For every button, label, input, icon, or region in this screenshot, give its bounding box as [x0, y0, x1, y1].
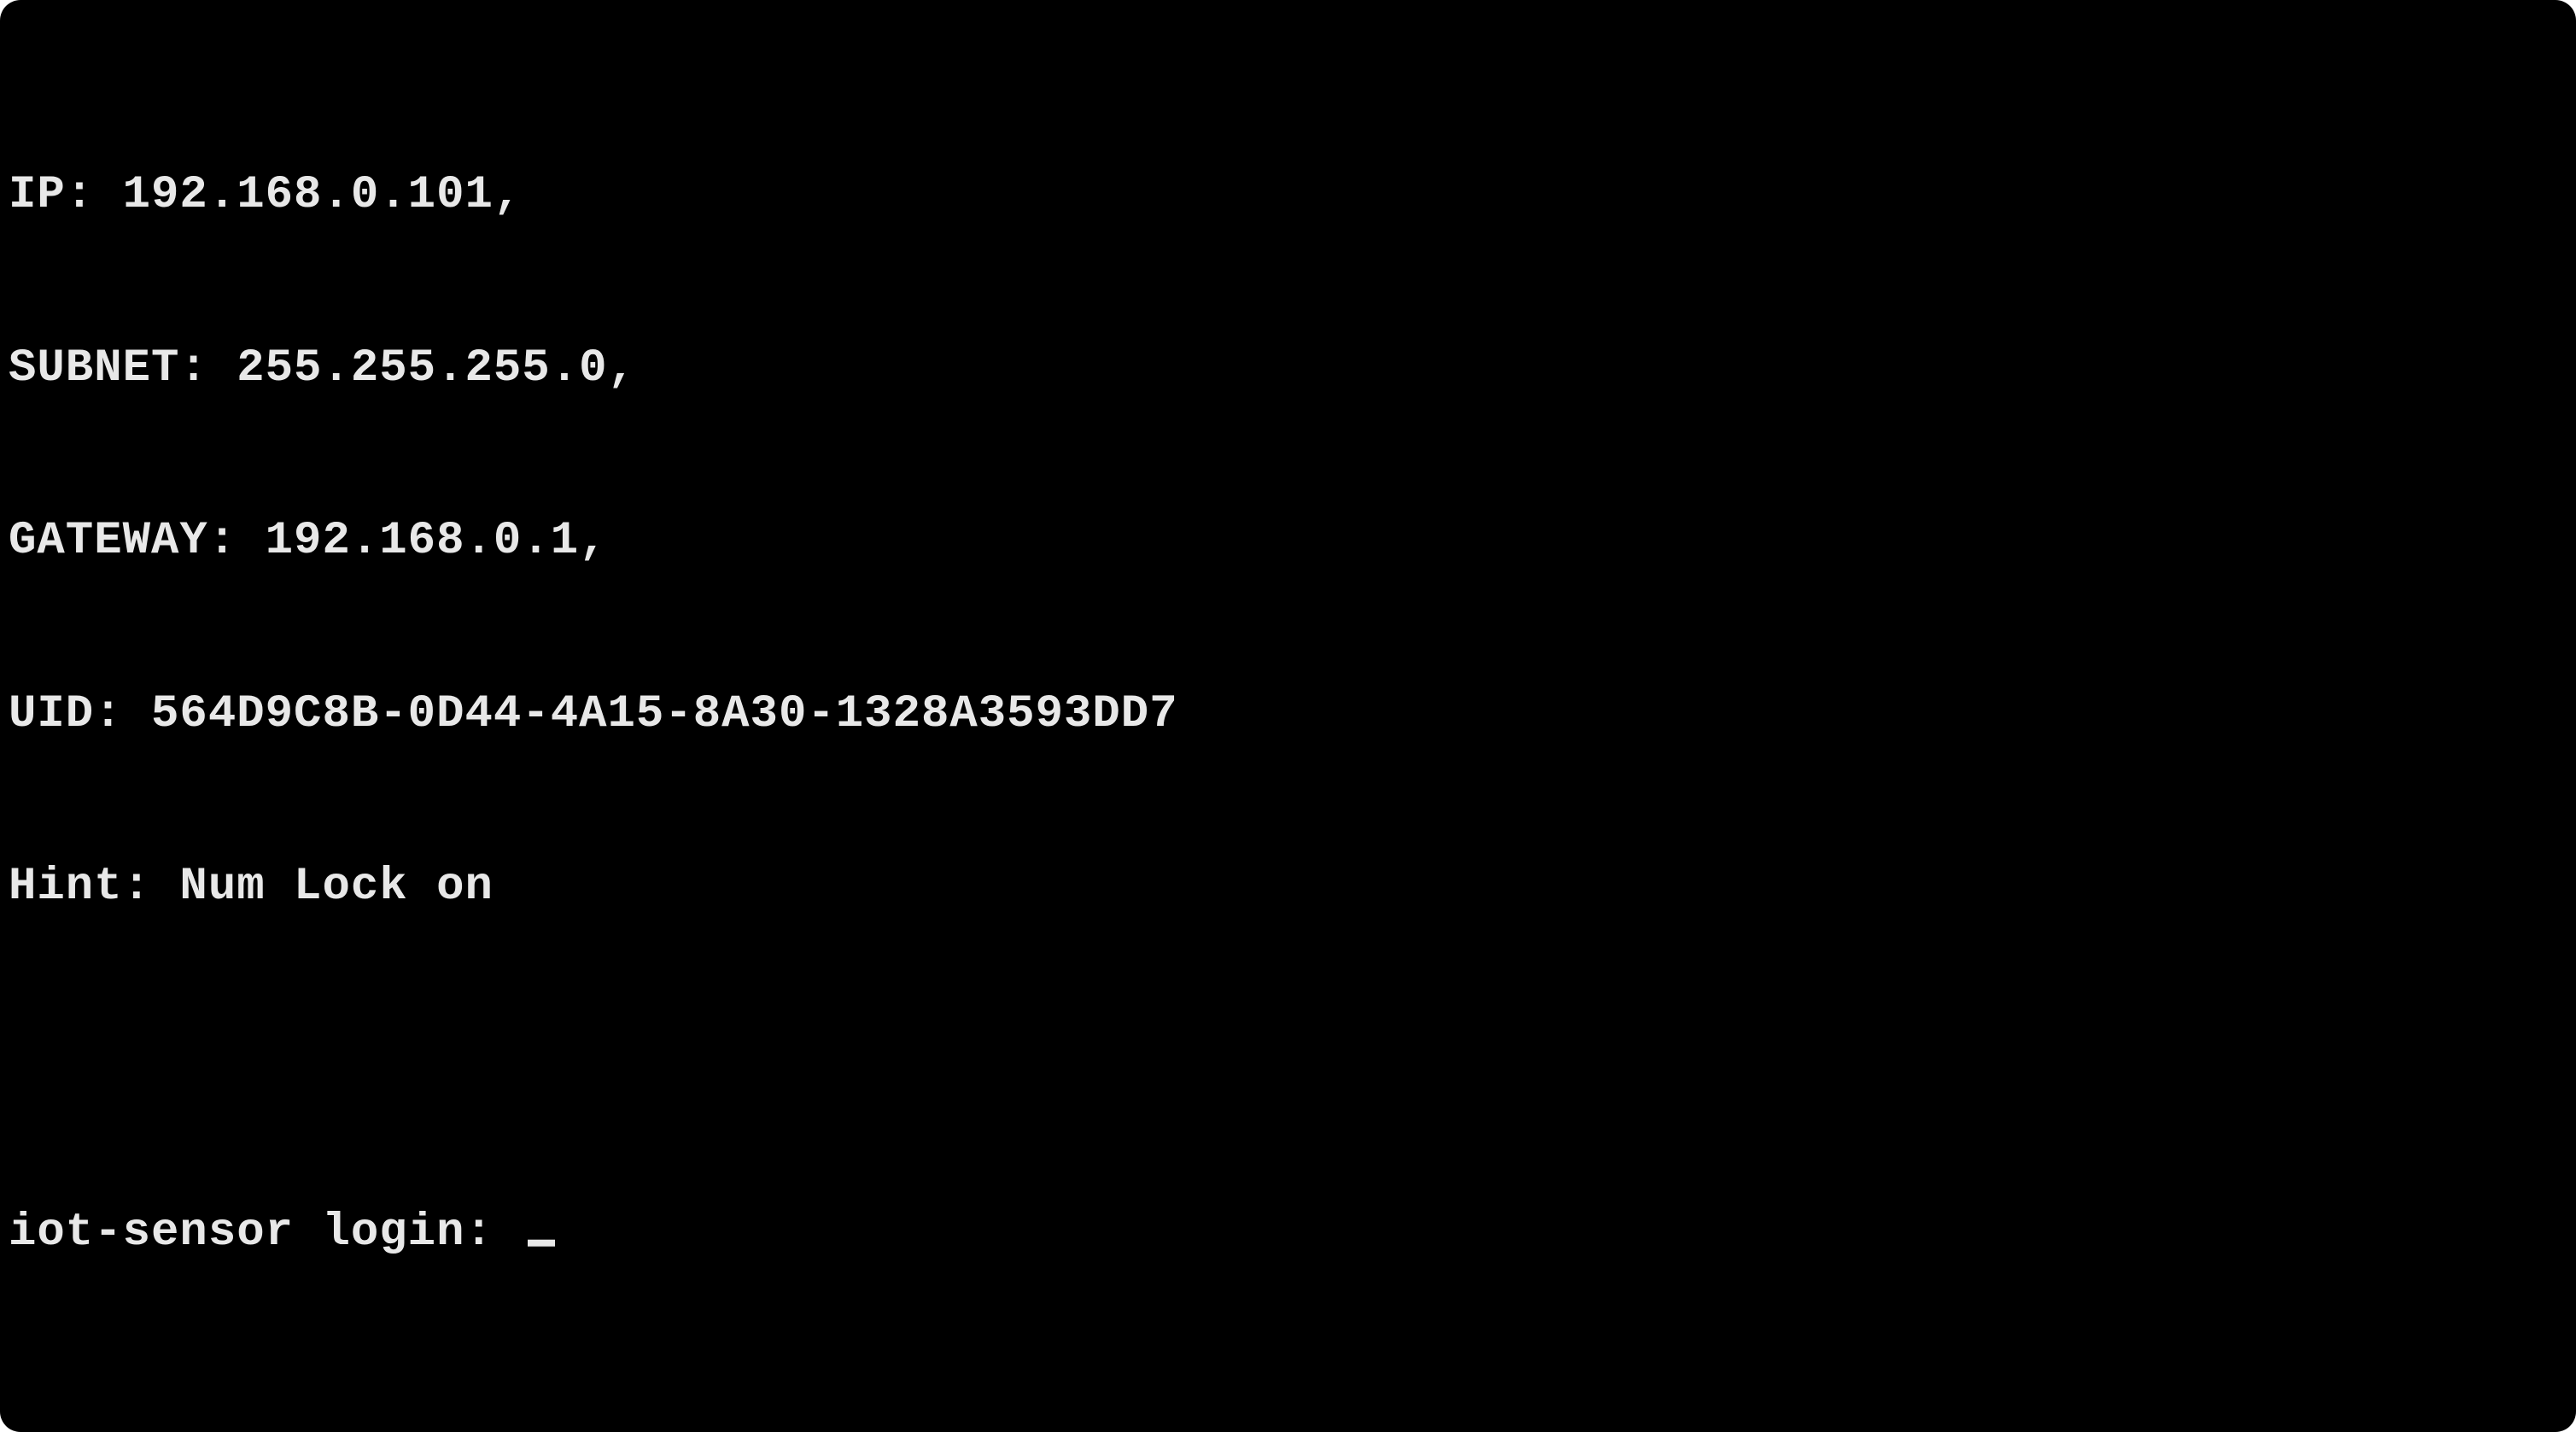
- ip-line: IP: 192.168.0.101,: [9, 167, 2567, 225]
- subnet-line: SUBNET: 255.255.255.0,: [9, 340, 2567, 398]
- gateway-line: GATEWAY: 192.168.0.1,: [9, 512, 2567, 570]
- login-prompt-line[interactable]: iot-sensor login:: [9, 1204, 2567, 1262]
- terminal-content: IP: 192.168.0.101, SUBNET: 255.255.255.0…: [9, 51, 2567, 1377]
- cursor-icon: [528, 1240, 555, 1247]
- blank-line: [9, 1032, 2567, 1090]
- login-input[interactable]: [522, 1207, 523, 1259]
- login-prompt-text: iot-sensor login:: [9, 1204, 522, 1262]
- hint-line: Hint: Num Lock on: [9, 858, 2567, 916]
- terminal-window: IP: 192.168.0.101, SUBNET: 255.255.255.0…: [0, 0, 2576, 1432]
- uid-line: UID: 564D9C8B-0D44-4A15-8A30-1328A3593DD…: [9, 686, 2567, 744]
